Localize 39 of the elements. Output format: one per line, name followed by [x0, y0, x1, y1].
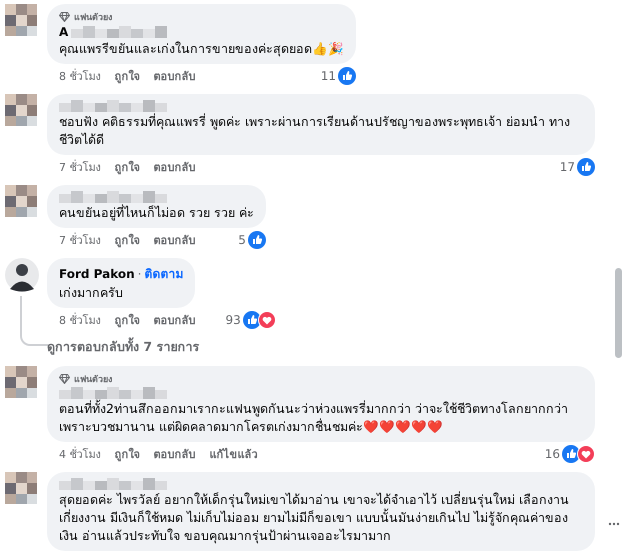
reaction-count[interactable]: 16	[544, 447, 560, 461]
comment-time[interactable]: 7 ชั่วโมง	[59, 158, 100, 176]
scrollbar[interactable]	[615, 268, 622, 358]
edited-label: แก้ไขแล้ว	[210, 446, 258, 463]
reaction-count[interactable]: 17	[560, 160, 575, 174]
comment-text: สุดยอดค่ะ ไพรวัลย์ อยากให้เด็กรุ่นใหม่เขาได้มาอ่าน เขาจะได้จำเอาไว้ เปลี่ยนรุ่นใหม่ เลือกงาน เกี่ยงงาน มีเงินก็ใช้หมด ไม่เก็บไม่ออม ยามไม่มีก็ขอเขา แบบนั้นมันง่ายเกินไป ไม่รู้จักคุณค่าของ เงิน อ่านแล้วประทับใจ ขอบคุณมากรุ่นป้าผ่านเจออะไรมามาก	[59, 491, 570, 545]
separator-dot: ·	[138, 266, 142, 280]
reply-link[interactable]: ตอบกลับ	[154, 231, 196, 249]
comment-text: คุณแพรรีขยันและเก่งในการขายของค่ะสุดยอด👍🎉	[59, 40, 344, 58]
diamond-icon	[59, 374, 70, 384]
thread-line	[20, 296, 48, 346]
like-link[interactable]: ถูกใจ	[114, 67, 140, 85]
comment-time[interactable]: 4 ชั่วโมง	[59, 445, 100, 463]
reply-link[interactable]: ตอบกลับ	[154, 445, 196, 463]
fan-label: แฟนตัวยง	[74, 374, 112, 386]
like-link[interactable]: ถูกใจ	[114, 445, 140, 463]
comment-time[interactable]: 8 ชั่วโมง	[59, 311, 100, 329]
like-link[interactable]: ถูกใจ	[114, 231, 140, 249]
comment-text: คนขยันอยู่ที่ไหนก็ไม่อด รวย รวย ค่ะ	[59, 204, 254, 222]
more-icon[interactable]	[608, 522, 620, 526]
reply-link[interactable]: ตอบกลับ	[154, 311, 196, 329]
comment-text: ชอบฟัง คติธรรมที่คุณแพรรี่ พูดค่ะ เพราะผ่านการเรียนด้านปรัชญาของพระพุทธเจ้า ย่อมนำ ทาง ชีวิตได้ดี	[59, 113, 571, 149]
commenter-name[interactable]: Ford Pakon	[59, 266, 135, 280]
reply-link[interactable]: ตอบกลับ	[154, 158, 196, 176]
comment-text: เก่งมากครับ	[59, 284, 124, 302]
view-replies-link[interactable]: ดูการตอบกลับทั้ง 7 รายการ	[47, 329, 276, 357]
reaction-count[interactable]: 11	[320, 69, 336, 83]
reaction-count[interactable]: 93	[226, 313, 241, 327]
reaction-count[interactable]: 5	[238, 233, 246, 247]
reply-link[interactable]: ตอบกลับ	[154, 67, 196, 85]
commenter-name[interactable]: A	[59, 25, 68, 39]
fan-label: แฟนตัวยง	[74, 12, 112, 24]
follow-link[interactable]: ติดตาม	[144, 264, 184, 283]
like-link[interactable]: ถูกใจ	[114, 158, 140, 176]
like-link[interactable]: ถูกใจ	[114, 311, 140, 329]
comment-time[interactable]: 8 ชั่วโมง	[59, 67, 100, 85]
diamond-icon	[59, 12, 70, 22]
comment-time[interactable]: 7 ชั่วโมง	[59, 231, 100, 249]
comment-text: ตอนที่ทั้ง2ท่านสึกออกมาเรากะแฟนพูดกันนะว่าห่วงแพรรี่มากกว่า ว่าจะใช้ชีวิตทางโลกยากกว่า เพราะบวชมานาน แต่ผิดคลาดมากโครตเก่งมากชื่นชมค่ะ❤❤❤❤❤	[59, 400, 569, 436]
